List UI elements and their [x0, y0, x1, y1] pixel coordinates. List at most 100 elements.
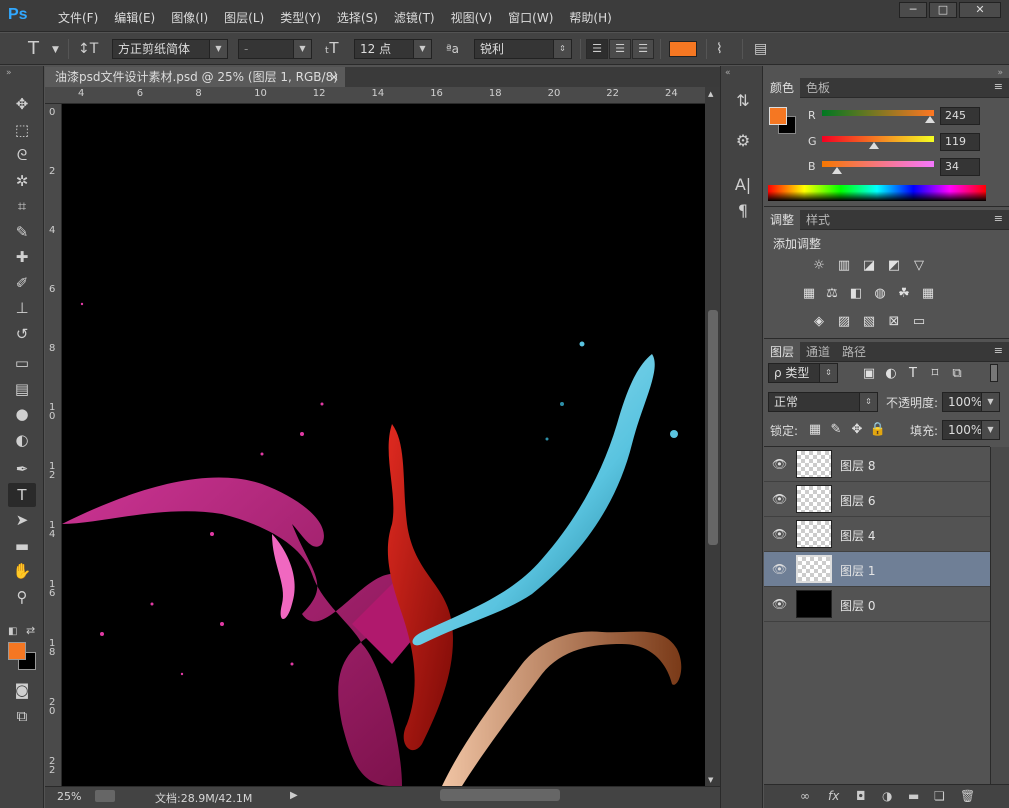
canvas[interactable]	[62, 104, 705, 786]
posterize-icon[interactable]: ▨	[835, 314, 853, 330]
layer-name[interactable]: 图层 8	[840, 457, 875, 474]
paragraph-panel-icon[interactable]: ¶	[731, 200, 755, 222]
layer-row[interactable]: 👁 图层 8	[764, 447, 990, 482]
threshold-icon[interactable]: ▧	[860, 314, 878, 330]
blend-mode-select[interactable]: 正常 ⇕	[768, 392, 878, 412]
exposure-icon[interactable]: ◩	[885, 258, 903, 274]
filter-shape-icon[interactable]: ⌑	[926, 366, 944, 382]
menu-layer[interactable]: 图层(L)	[216, 9, 272, 26]
selective-color-icon[interactable]: ⊠	[885, 314, 903, 330]
photo-filter-icon[interactable]: ◍	[871, 286, 889, 302]
warp-text-icon[interactable]: ⌇	[716, 41, 723, 57]
quick-mask-icon[interactable]: ◙	[8, 678, 36, 702]
color-lookup-icon[interactable]: ▦	[919, 286, 937, 302]
hand-tool[interactable]: ✋	[8, 559, 36, 583]
layer-name[interactable]: 图层 0	[840, 597, 875, 614]
document-tab[interactable]: 油漆psd文件设计素材.psd @ 25% (图层 1, RGB/8) ×	[45, 67, 345, 87]
proof-icon[interactable]	[95, 790, 115, 802]
new-adjustment-icon[interactable]: ◑	[882, 789, 892, 803]
black-white-icon[interactable]: ◧	[847, 286, 865, 302]
chevron-down-icon[interactable]: ▼	[52, 45, 59, 55]
shape-tool[interactable]: ▬	[8, 534, 36, 558]
layers-scrollbar[interactable]	[990, 447, 1009, 784]
add-mask-icon[interactable]: ◘	[856, 789, 866, 803]
type-tool-icon[interactable]: T	[28, 38, 39, 59]
tab-adjustments[interactable]: 调整	[764, 210, 801, 230]
antialias-select[interactable]: 锐利 ⇕	[474, 39, 572, 59]
close-button[interactable]: ✕	[959, 2, 1001, 18]
red-value-field[interactable]: 245	[940, 107, 980, 125]
tab-paths[interactable]: 路径	[836, 342, 872, 362]
move-tool[interactable]: ✥	[8, 92, 36, 116]
brush-tool[interactable]: ✐	[8, 271, 36, 295]
vertical-scroll-thumb[interactable]	[708, 310, 718, 545]
lock-image-icon[interactable]: ✎	[827, 422, 845, 438]
brightness-icon[interactable]: ☼	[810, 258, 828, 274]
align-left-button[interactable]: ☰	[586, 39, 608, 59]
visibility-eye-icon[interactable]: 👁	[772, 562, 787, 576]
filter-toggle-switch[interactable]	[990, 364, 998, 382]
menu-image[interactable]: 图像(I)	[163, 9, 216, 26]
layer-row-selected[interactable]: 👁 图层 1	[764, 552, 990, 587]
panel-menu-icon[interactable]: ≡	[994, 212, 1003, 225]
panel-menu-icon[interactable]: ≡	[994, 344, 1003, 357]
scroll-up-icon[interactable]: ▲	[708, 90, 713, 98]
align-right-button[interactable]: ☰	[632, 39, 654, 59]
quick-select-tool[interactable]: ✲	[8, 169, 36, 193]
layer-name[interactable]: 图层 4	[840, 527, 875, 544]
filter-smart-object-icon[interactable]: ⧉	[948, 366, 966, 382]
fx-icon[interactable]: fx	[828, 789, 839, 803]
actions-panel-icon[interactable]: ⚙	[731, 130, 755, 152]
layer-name[interactable]: 图层 1	[840, 562, 875, 579]
text-color-swatch[interactable]	[669, 41, 697, 57]
green-value-field[interactable]: 119	[940, 133, 980, 151]
tab-swatches[interactable]: 色板	[800, 78, 836, 98]
expand-icon[interactable]: «	[725, 68, 731, 78]
history-panel-icon[interactable]: ⇅	[731, 90, 755, 112]
healing-tool[interactable]: ✚	[8, 245, 36, 269]
lock-position-icon[interactable]: ✥	[848, 422, 866, 438]
vertical-ruler[interactable]: 0 2 4 6 8 10 12 14 16 18 20 22	[45, 104, 62, 786]
vibrance-icon[interactable]: ▽	[910, 258, 928, 274]
panel-menu-icon[interactable]: ≡	[994, 80, 1003, 93]
crop-tool[interactable]: ⌗	[8, 194, 36, 218]
default-colors-icon[interactable]: ◧	[8, 626, 17, 637]
stamp-tool[interactable]: ⊥	[8, 296, 36, 320]
collapse-icon[interactable]: »	[6, 68, 12, 78]
invert-icon[interactable]: ◈	[810, 314, 828, 330]
foreground-color-swatch[interactable]	[8, 642, 26, 660]
red-slider-knob[interactable]	[924, 116, 935, 123]
font-family-select[interactable]: 方正剪纸简体 ▼	[112, 39, 228, 59]
eraser-tool[interactable]: ▭	[8, 351, 36, 375]
green-slider-knob[interactable]	[869, 142, 880, 149]
filter-adjustment-icon[interactable]: ◐	[882, 366, 900, 382]
levels-icon[interactable]: ▥	[835, 258, 853, 274]
visibility-eye-icon[interactable]: 👁	[772, 492, 787, 506]
visibility-eye-icon[interactable]: 👁	[772, 457, 787, 471]
curves-icon[interactable]: ◪	[860, 258, 878, 274]
blur-tool[interactable]: ●	[8, 402, 36, 426]
tab-channels[interactable]: 通道	[800, 342, 836, 362]
font-size-select[interactable]: 12 点 ▼	[354, 39, 432, 59]
layer-row[interactable]: 👁 图层 4	[764, 517, 990, 552]
layer-row[interactable]: 👁 图层 0	[764, 587, 990, 622]
layer-filter-select[interactable]: ρ 类型 ⇕	[768, 363, 838, 383]
menu-view[interactable]: 视图(V)	[443, 9, 501, 26]
orientation-toggle-icon[interactable]: ↕T	[78, 41, 98, 57]
type-tool[interactable]: T	[8, 482, 36, 507]
tab-layers[interactable]: 图层	[764, 342, 801, 362]
red-slider[interactable]	[822, 110, 934, 116]
blue-value-field[interactable]: 34	[940, 158, 980, 176]
history-brush-tool[interactable]: ↺	[8, 322, 36, 346]
character-panel-icon[interactable]: ▤	[754, 41, 767, 57]
gradient-map-icon[interactable]: ▭	[910, 314, 928, 330]
menu-type[interactable]: 类型(Y)	[272, 9, 329, 26]
lasso-tool[interactable]: ᘓ	[8, 143, 36, 167]
zoom-tool[interactable]: ⚲	[8, 585, 36, 609]
minimize-button[interactable]: ─	[899, 2, 927, 18]
menu-file[interactable]: 文件(F)	[50, 9, 106, 26]
scroll-down-icon[interactable]: ▼	[708, 776, 713, 784]
new-layer-icon[interactable]: ❏	[934, 789, 945, 803]
menu-select[interactable]: 选择(S)	[329, 9, 386, 26]
foreground-color-swatch[interactable]	[769, 107, 787, 125]
